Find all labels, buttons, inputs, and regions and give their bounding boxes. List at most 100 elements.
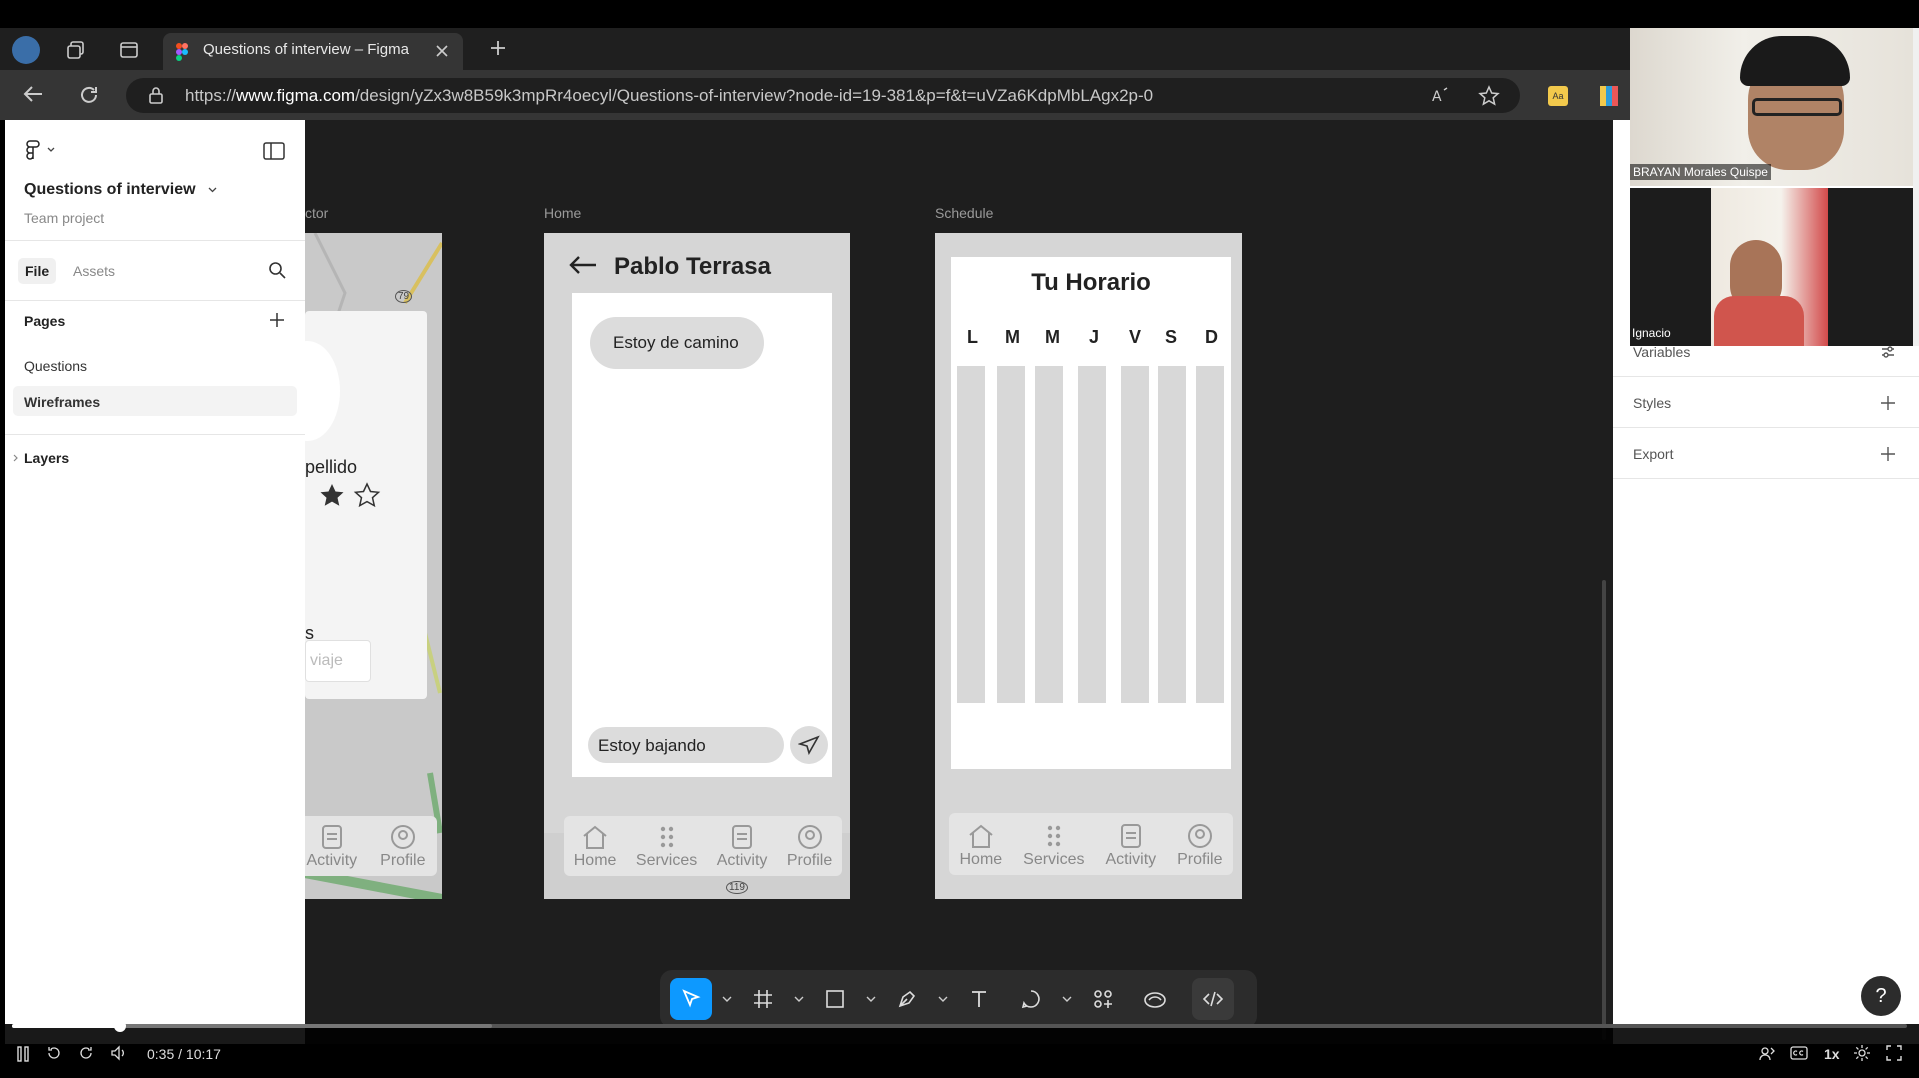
nav-profile[interactable]: Profile [1177,823,1222,869]
video-progress-handle[interactable] [114,1020,126,1032]
nav-profile[interactable]: Profile [380,824,426,870]
pause-icon[interactable] [16,1046,30,1062]
chevron-down-icon[interactable] [722,995,732,1003]
driver-name-text: pellido [305,457,358,477]
schedule-frame[interactable]: Tu Horario L M M J V S D Home Services A… [935,233,1242,899]
tab-figma[interactable]: Questions of interview – Figma [163,33,463,70]
text-icon [972,991,986,1007]
layers-section[interactable]: Layers [13,450,69,466]
day-column[interactable] [997,366,1025,703]
extension-books-icon[interactable] [1600,86,1618,106]
new-tab-icon[interactable] [488,38,508,58]
help-button[interactable]: ? [1861,976,1901,1016]
nav-profile[interactable]: Profile [787,824,832,870]
divider [1613,376,1919,377]
nav-activity[interactable]: Activity [306,824,357,870]
url-field[interactable]: https://www.figma.com/design/yZx3w8B59k3… [126,78,1520,113]
playback-speed[interactable]: 1x [1824,1046,1840,1062]
send-button[interactable] [790,726,828,764]
message-input[interactable]: Estoy bajando [588,727,784,763]
video-tile-1: BRAYAN Morales Quispe [1630,28,1913,186]
day-column[interactable] [1078,366,1106,703]
captions-icon[interactable] [1790,1046,1808,1060]
profile-card: pellido s viaje [305,311,427,699]
rewind-10-icon[interactable] [46,1045,62,1061]
figma-logo-icon [26,140,40,160]
avatar [305,341,340,441]
fullscreen-icon[interactable] [1886,1045,1902,1061]
divider [1613,478,1919,479]
add-export-icon[interactable] [1880,446,1896,462]
variables-label: Variables [1633,344,1691,360]
dev-mode-toggle[interactable] [1192,978,1234,1020]
chevron-down-icon[interactable] [1062,995,1072,1003]
frame-tool[interactable] [742,978,784,1020]
participant-name-1: BRAYAN Morales Quispe [1630,164,1771,180]
day-column[interactable] [1035,366,1063,703]
day-column[interactable] [957,366,985,703]
actions-tool[interactable] [1082,978,1124,1020]
chevron-down-icon [208,187,217,193]
nav-activity[interactable]: Activity [1105,823,1156,869]
day-column[interactable] [1158,366,1186,703]
file-name: Questions of interview [24,181,196,198]
left-sidebar: Questions of interview Team project File… [5,120,305,1044]
back-arrow-icon[interactable] [568,255,598,275]
add-page-icon[interactable] [269,312,285,328]
trip-button[interactable]: viaje [305,640,371,682]
chapters-icon[interactable] [1758,1045,1776,1061]
toggle-sidebar-icon[interactable] [263,142,285,160]
top-black-bar [0,0,1919,28]
nav-home[interactable]: Home [574,824,616,870]
nav-home[interactable]: Home [959,823,1002,869]
volume-icon[interactable] [110,1045,128,1061]
chevron-down-icon[interactable] [938,995,948,1003]
ui3-tool[interactable] [1134,978,1176,1020]
schedule-navbar: Home Services Activity Profile [949,813,1233,875]
move-tool[interactable] [670,978,712,1020]
day-labels: L M M J V S D [961,327,1231,353]
video-time: 0:35 / 10:17 [147,1046,221,1062]
nav-activity[interactable]: Activity [717,824,767,870]
extension-icon[interactable]: Aa [1548,86,1568,106]
code-icon [1202,991,1224,1007]
rating-stars [317,481,387,511]
search-icon[interactable] [268,261,286,279]
divider [5,434,305,435]
nav-services[interactable]: Services [636,824,697,870]
workspaces-icon[interactable] [66,40,86,60]
forward-10-icon[interactable] [78,1045,94,1061]
pages-heading: Pages [24,313,66,329]
day-column[interactable] [1121,366,1149,703]
settings-gear-icon[interactable] [1853,1044,1871,1062]
cloud-icon [1144,992,1166,1008]
page-item-wireframes[interactable]: Wireframes [13,386,297,416]
home-frame[interactable]: Pablo Terrasa Estoy de camino Estoy baja… [544,233,850,899]
favorite-star-icon[interactable] [1478,85,1500,107]
shape-tool[interactable] [814,978,856,1020]
day-column[interactable] [1196,366,1224,703]
lock-icon[interactable] [148,86,164,104]
profile-avatar[interactable] [12,36,40,64]
nav-services[interactable]: Services [1023,823,1085,869]
read-aloud-icon[interactable]: A [1430,86,1450,106]
chevron-down-icon[interactable] [794,995,804,1003]
chevron-down-icon[interactable] [866,995,876,1003]
tab-actions-icon[interactable] [119,40,139,60]
add-style-icon[interactable] [1880,395,1896,411]
main-menu-button[interactable] [25,140,55,160]
tab-assets[interactable]: Assets [73,263,115,279]
tab-file[interactable]: File [18,258,57,284]
canvas-scrollbar[interactable] [1602,580,1606,1040]
variables-settings-icon[interactable] [1880,345,1896,359]
comment-tool[interactable] [1010,978,1052,1020]
page-item-questions[interactable]: Questions [24,358,87,374]
schedule-title: Tu Horario [1031,269,1151,296]
reload-icon[interactable] [78,84,100,106]
file-name-dropdown[interactable]: Questions of interview [24,181,217,199]
close-tab-icon[interactable] [435,44,449,58]
back-arrow-icon[interactable] [22,84,44,104]
text-tool[interactable] [958,978,1000,1020]
pen-tool[interactable] [886,978,928,1020]
left-frame[interactable]: 79 pellido s viaje Activity Profile [305,233,442,899]
